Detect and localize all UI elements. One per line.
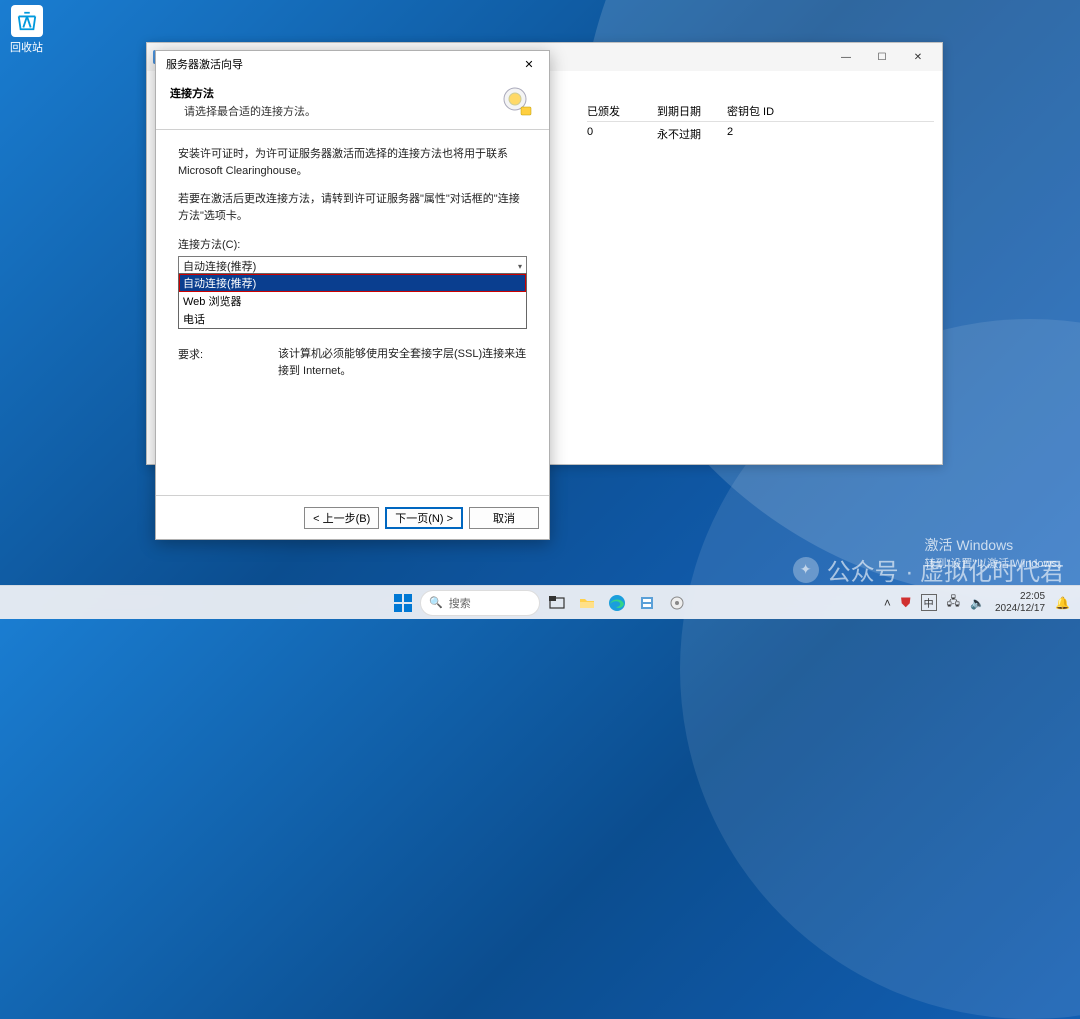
clock-time: 22:05 [995,591,1045,603]
recycle-bin-icon [11,5,43,37]
option-auto-connect[interactable]: 自动连接(推荐) [179,274,526,292]
close-button[interactable]: ✕ [515,53,543,75]
edge-browser-icon[interactable] [604,590,630,616]
search-icon: 🔍 [429,596,443,609]
dialog-titlebar[interactable]: 服务器激活向导 ✕ [156,51,549,77]
wechat-icon: ✦ [793,557,819,583]
taskbar: 🔍 搜索 ˄ ⛊ 中 🖧 🔈 22:05 2024/12/17 🔔 [0,585,1080,619]
option-phone[interactable]: 电话 [179,310,526,328]
combo-label: 连接方法(C): [178,236,527,252]
table-row[interactable]: 0 永不过期 2 [587,126,934,142]
column-header[interactable]: 密钥包 ID [727,103,797,119]
ime-indicator[interactable]: 中 [921,594,937,611]
cell-expire: 永不过期 [657,126,727,142]
volume-icon[interactable]: 🔈 [970,596,985,610]
option-web-browser[interactable]: Web 浏览器 [179,292,526,310]
clock[interactable]: 22:05 2024/12/17 [995,591,1045,614]
notifications-icon[interactable]: 🔔 [1055,596,1070,610]
brand-text: 公众号 · 虚拟化时代君 [827,552,1064,587]
cell-keypack: 2 [727,126,797,142]
wizard-text: 安装许可证时，为许可证服务器激活而选择的连接方法也将用于联系 Microsoft… [178,146,527,179]
running-app-icon[interactable] [664,590,690,616]
chevron-down-icon: ▾ [518,262,522,271]
start-button[interactable] [390,590,416,616]
desktop-icon-label: 回收站 [10,39,43,55]
back-button[interactable]: < 上一步(B) [304,507,379,529]
combo-value: 自动连接(推荐) [183,258,256,274]
system-tray: ˄ ⛊ 中 🖧 🔈 22:05 2024/12/17 🔔 [884,591,1080,614]
taskbar-search[interactable]: 🔍 搜索 [420,590,540,616]
security-shield-icon[interactable]: ⛊ [901,595,911,611]
server-manager-icon[interactable] [634,590,660,616]
task-view-button[interactable] [544,590,570,616]
wizard-footer: < 上一步(B) 下一页(N) > 取消 [156,495,549,539]
maximize-button[interactable]: ☐ [864,45,900,69]
file-explorer-icon[interactable] [574,590,600,616]
connection-method-dropdown: 自动连接(推荐) Web 浏览器 电话 [178,273,527,329]
next-button[interactable]: 下一页(N) > [385,507,463,529]
column-header[interactable]: 到期日期 [657,103,727,119]
server-activation-wizard: 服务器激活向导 ✕ 连接方法 请选择最合适的连接方法。 安装许可证时，为许可证服… [155,50,550,540]
wizard-header: 连接方法 请选择最合适的连接方法。 [156,77,549,130]
brand-watermark: ✦ 公众号 · 虚拟化时代君 [793,552,1064,587]
desktop-icon-recycle-bin[interactable]: 回收站 [10,5,43,55]
wizard-subheading: 请选择最合适的连接方法。 [170,103,491,119]
close-button[interactable]: ✕ [900,45,936,69]
network-icon[interactable]: 🖧 [947,592,960,613]
wizard-heading: 连接方法 [170,85,491,101]
minimize-button[interactable]: — [828,45,864,69]
dialog-title: 服务器激活向导 [166,56,243,72]
table-header: 已颁发 到期日期 密钥包 ID [587,103,934,122]
tray-chevron-icon[interactable]: ˄ [884,596,891,610]
requirements-text: 该计算机必须能够使用安全套接字层(SSL)连接来连接到 Internet。 [278,346,527,379]
search-placeholder: 搜索 [449,595,471,611]
requirements-label: 要求: [178,346,278,379]
clock-date: 2024/12/17 [995,603,1045,615]
cancel-button[interactable]: 取消 [469,507,539,529]
wizard-text: 若要在激活后更改连接方法，请转到许可证服务器"属性"对话框的"连接方法"选项卡。 [178,191,527,224]
wizard-certificate-icon [499,85,535,121]
cell-issued: 0 [587,126,657,142]
column-header[interactable]: 已颁发 [587,103,657,119]
